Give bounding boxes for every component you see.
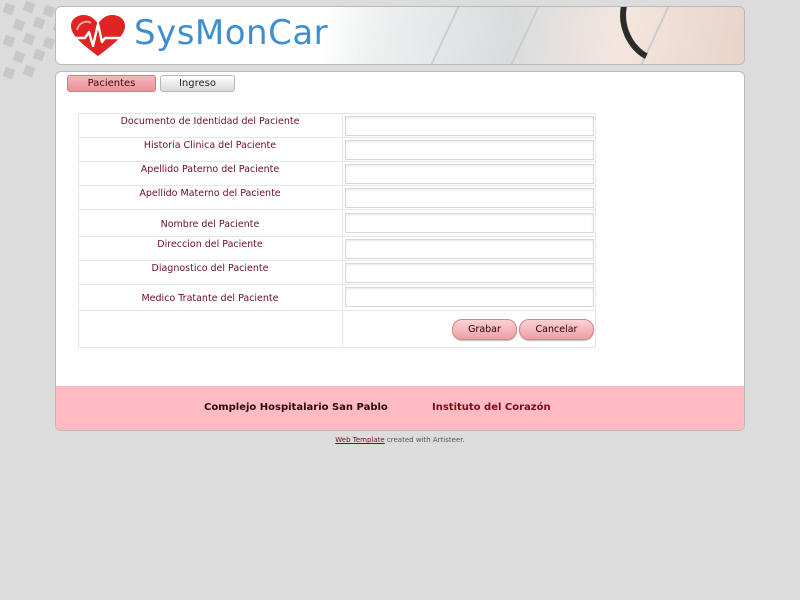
label-direccion: Direccion del Paciente xyxy=(157,239,263,250)
site-header: SysMonCar xyxy=(55,6,745,65)
tab-ingreso[interactable]: Ingreso xyxy=(160,75,235,92)
template-credit: Web Template created with Artisteer. xyxy=(0,436,800,444)
main-content-panel: Pacientes Ingreso Documento de Identidad… xyxy=(55,71,745,431)
label-apellido-paterno: Apellido Paterno del Paciente xyxy=(140,164,280,175)
page-footer: Complejo Hospitalario San Pablo Institut… xyxy=(56,386,744,430)
label-medico-tratante: Medico Tratante del Paciente xyxy=(141,293,279,304)
heart-ecg-icon xyxy=(71,15,125,56)
diagnostico-input[interactable] xyxy=(345,263,594,283)
label-diagnostico: Diagnostico del Paciente xyxy=(151,263,269,274)
web-template-link[interactable]: Web Template xyxy=(335,436,384,444)
label-historia-clinica: Historia Clinica del Paciente xyxy=(143,140,277,151)
label-documento: Documento de Identidad del Paciente xyxy=(120,116,300,127)
apellido-paterno-input[interactable] xyxy=(345,164,594,184)
tab-pacientes[interactable]: Pacientes xyxy=(67,75,156,92)
direccion-input[interactable] xyxy=(345,239,594,259)
grabar-button[interactable]: Grabar xyxy=(452,319,517,340)
credit-suffix: created with Artisteer. xyxy=(384,436,465,444)
apellido-materno-input[interactable] xyxy=(345,188,594,208)
label-apellido-materno: Apellido Materno del Paciente xyxy=(139,188,281,199)
site-logo-text: SysMonCar xyxy=(134,13,329,53)
documento-input[interactable] xyxy=(345,116,594,136)
cancelar-button[interactable]: Cancelar xyxy=(519,319,594,340)
footer-institute-name: Instituto del Corazón xyxy=(432,402,551,413)
nombre-input[interactable] xyxy=(345,213,594,233)
medico-tratante-input[interactable] xyxy=(345,287,594,307)
historia-clinica-input[interactable] xyxy=(345,140,594,160)
footer-hospital-name: Complejo Hospitalario San Pablo xyxy=(204,402,388,413)
patient-form: Documento de Identidad del Paciente Hist… xyxy=(78,113,596,348)
label-nombre: Nombre del Paciente xyxy=(160,219,260,230)
